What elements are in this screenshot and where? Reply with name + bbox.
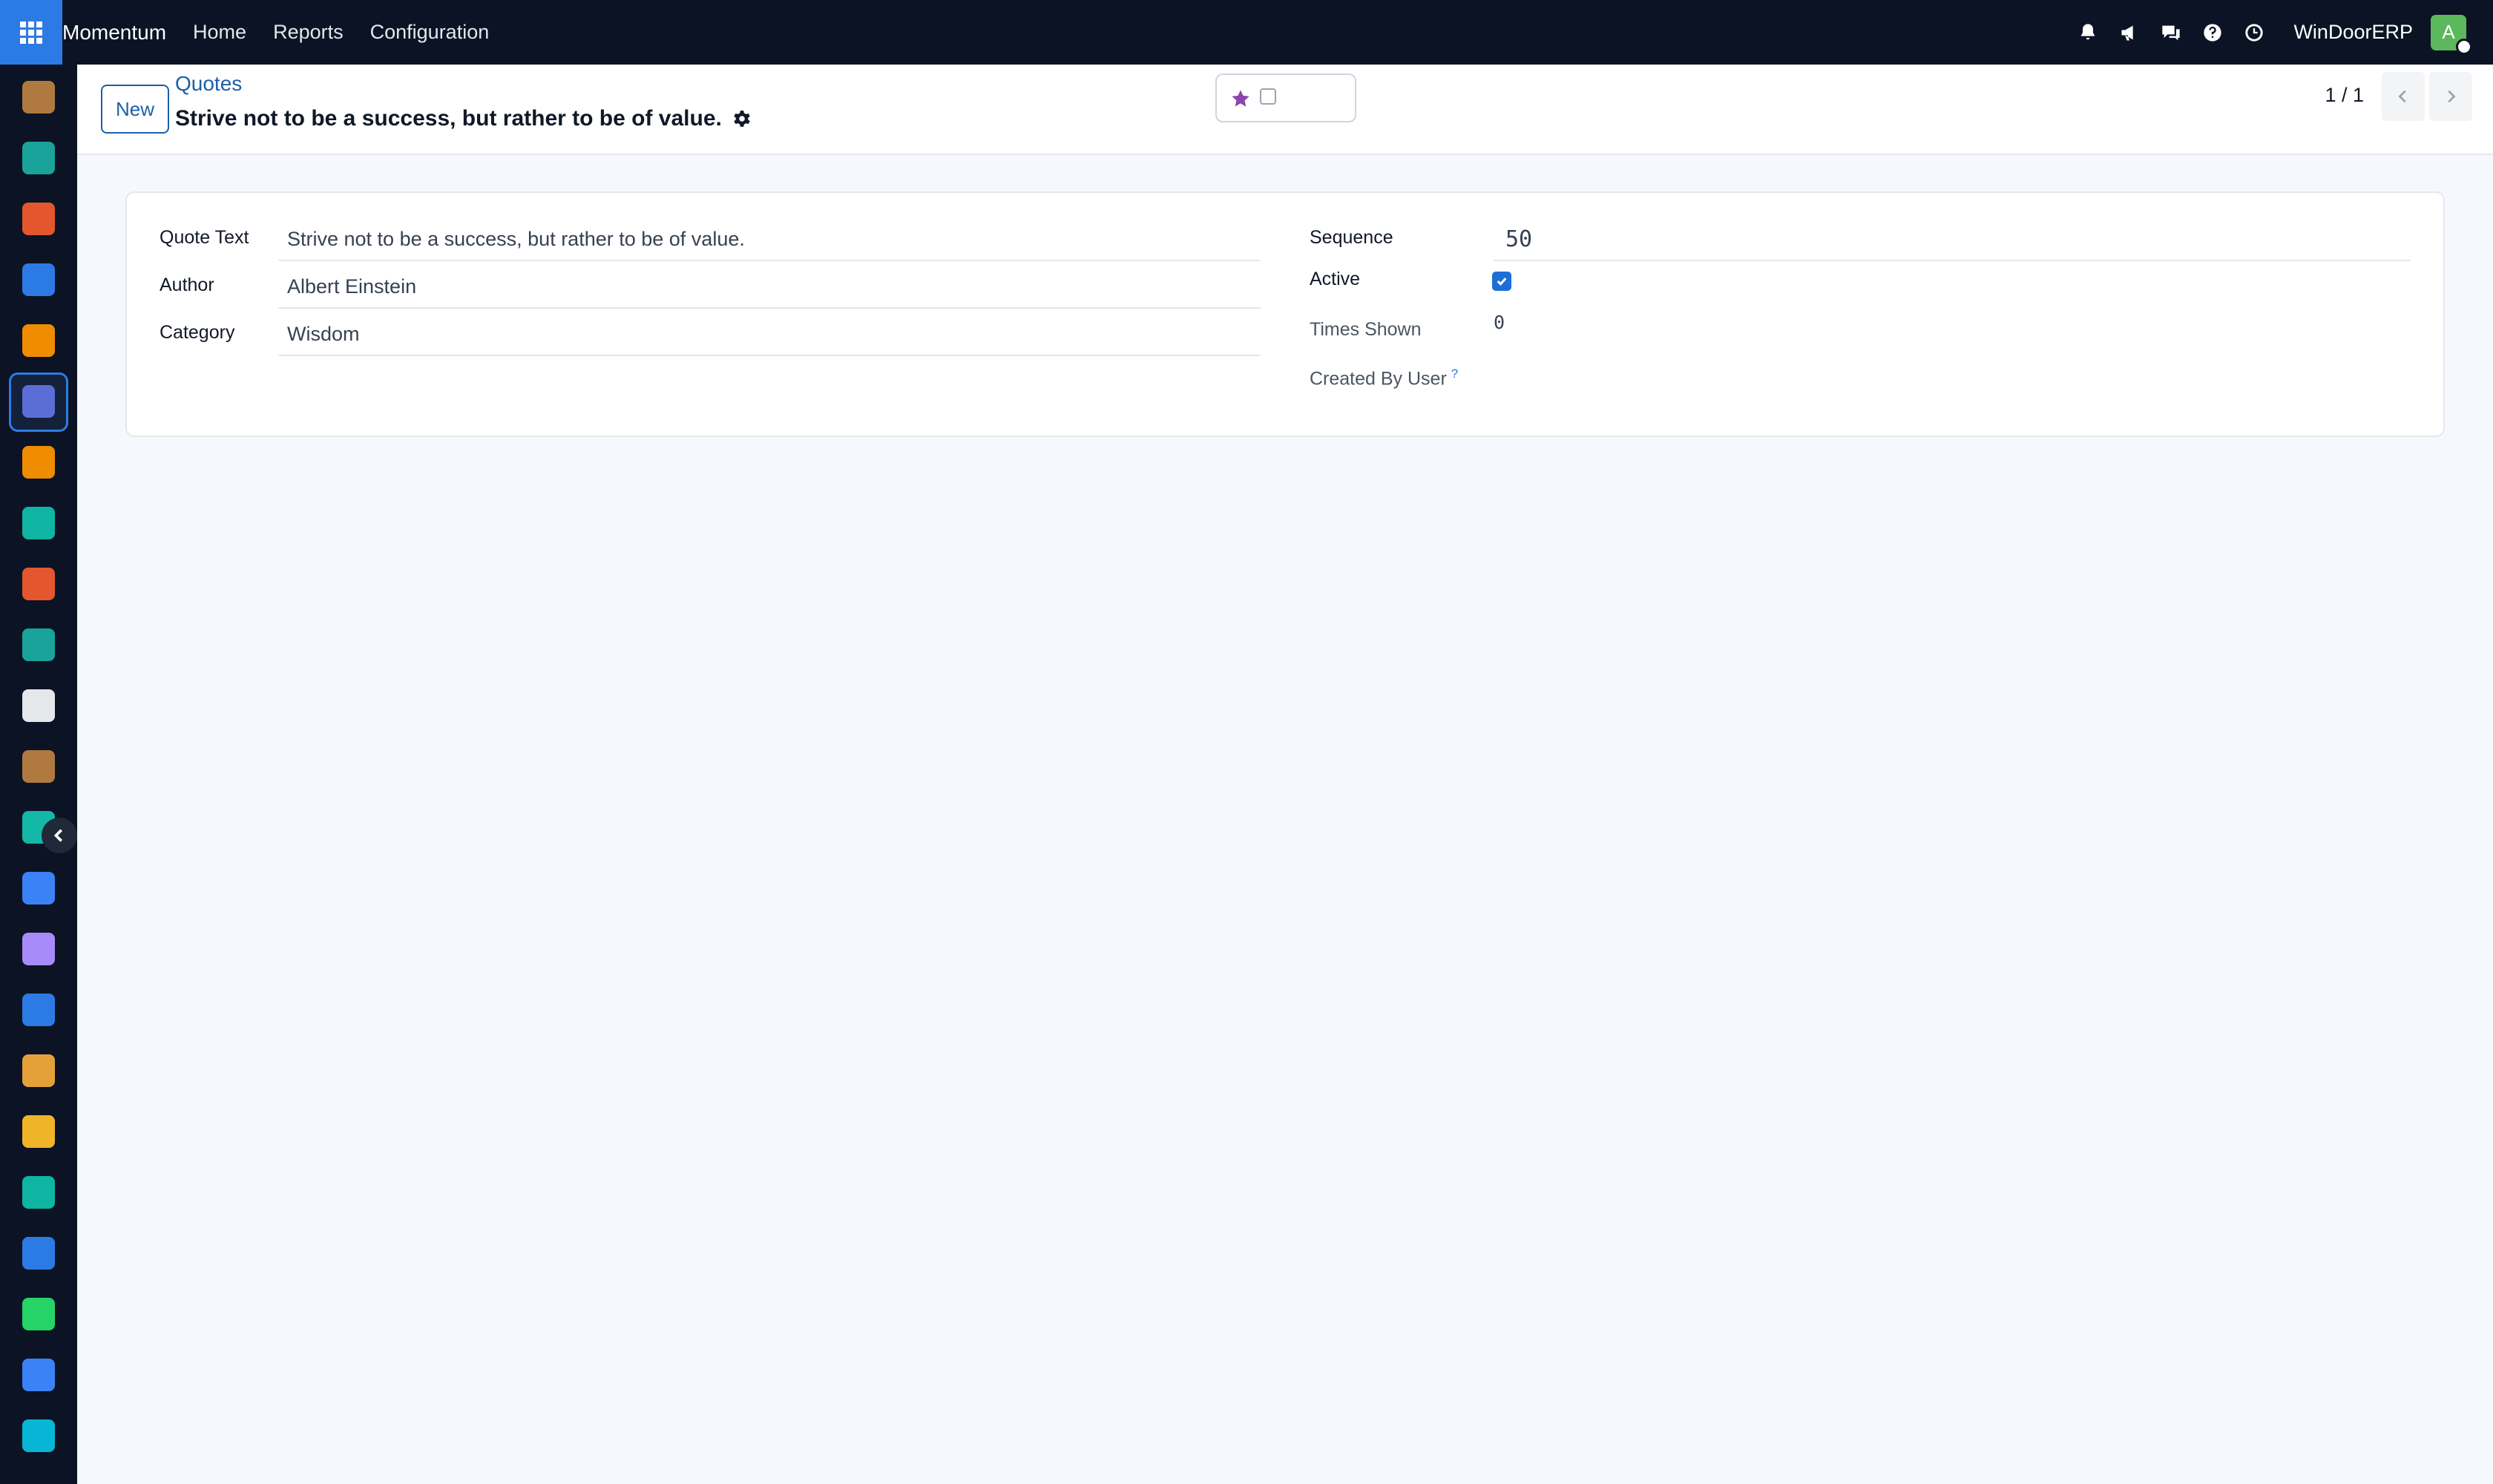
quote-text-field[interactable]: Strive not to be a success, but rather t…	[278, 218, 1261, 261]
app-icon-kanban[interactable]	[22, 507, 55, 539]
times-shown-label: Times Shown	[1310, 319, 1422, 340]
app-icon-chat-2[interactable]	[22, 446, 55, 479]
control-panel: New Quotes Strive not to be a success, b…	[77, 65, 2493, 155]
category-label: Category	[160, 322, 235, 343]
app-icon-book[interactable]	[22, 872, 55, 904]
app-sidebar	[0, 65, 77, 1484]
menu-home[interactable]: Home	[193, 21, 246, 44]
app-icon-dev[interactable]	[22, 750, 55, 783]
app-icon-dollar[interactable]	[22, 994, 55, 1026]
favorite-widget	[1215, 73, 1356, 122]
created-by-user-label: Created By User?	[1310, 367, 1458, 390]
app-icon-team[interactable]	[22, 1054, 55, 1087]
active-checkbox[interactable]	[1492, 272, 1511, 291]
app-icon-wave[interactable]	[22, 1419, 55, 1452]
chat-icon[interactable]	[2158, 20, 2184, 45]
avatar-initial: A	[2442, 21, 2455, 43]
sequence-label: Sequence	[1310, 227, 1393, 248]
clock-icon[interactable]	[2241, 20, 2267, 45]
main-menu: Momentum Home Reports Configuration	[62, 0, 516, 65]
times-shown-value: 0	[1494, 312, 1505, 333]
app-icon-reports[interactable]	[22, 203, 55, 235]
chevron-left-icon	[53, 829, 63, 842]
author-field[interactable]: Albert Einstein	[278, 266, 1261, 309]
app-icon-dashboard[interactable]	[22, 1237, 55, 1270]
top-navbar: Momentum Home Reports Configuration WinD…	[0, 0, 2493, 65]
company-name[interactable]: WinDoorERP	[2293, 21, 2413, 44]
app-icon-mail[interactable]	[22, 385, 55, 418]
help-icon[interactable]	[2200, 20, 2225, 45]
app-icon-box[interactable]	[22, 933, 55, 965]
app-icon-whatsapp[interactable]	[22, 1298, 55, 1330]
new-button[interactable]: New	[101, 85, 169, 134]
collapse-sidebar-button[interactable]	[42, 818, 77, 853]
form-sheet: Quote Text Strive not to be a success, b…	[125, 191, 2445, 437]
app-icon-pie[interactable]	[22, 263, 55, 296]
bell-icon[interactable]	[2075, 20, 2101, 45]
app-icon-sign[interactable]	[22, 1176, 55, 1209]
app-icon-chat[interactable]	[22, 324, 55, 357]
status-dot	[2456, 38, 2472, 55]
star-icon[interactable]	[1230, 88, 1251, 109]
author-label: Author	[160, 275, 214, 295]
record-title-text: Strive not to be a success, but rather t…	[175, 106, 722, 131]
megaphone-icon[interactable]	[2117, 20, 2142, 45]
avatar[interactable]: A	[2431, 14, 2472, 55]
apps-menu-button[interactable]	[0, 0, 62, 65]
quote-text-label: Quote Text	[160, 227, 249, 248]
favorite-checkbox[interactable]	[1260, 88, 1276, 105]
pager-previous-button[interactable]	[2382, 72, 2425, 121]
gear-icon[interactable]	[732, 109, 752, 128]
app-icon-1[interactable]	[22, 81, 55, 114]
category-field[interactable]: Wisdom	[278, 313, 1261, 356]
app-icon-calendar[interactable]	[22, 1115, 55, 1148]
app-brand[interactable]: Momentum	[62, 21, 166, 45]
pager-next-button[interactable]	[2429, 72, 2472, 121]
chevron-right-icon	[2448, 90, 2456, 103]
check-icon	[1497, 278, 1507, 286]
app-icon-contacts[interactable]	[22, 142, 55, 174]
breadcrumb[interactable]: Quotes	[175, 72, 242, 96]
app-icon-gauge[interactable]	[22, 1359, 55, 1391]
sequence-field[interactable]: 50	[1494, 218, 2411, 261]
grid-icon	[20, 21, 42, 44]
pager-value[interactable]: 1 / 1	[2325, 84, 2364, 107]
help-tooltip-icon[interactable]: ?	[1451, 367, 1458, 381]
record-title: Strive not to be a success, but rather t…	[175, 106, 752, 131]
app-icon-contacts-2[interactable]	[22, 628, 55, 661]
created-by-user-label-text: Created By User	[1310, 368, 1447, 390]
systray: WinDoorERP A	[2075, 0, 2493, 65]
active-label: Active	[1310, 269, 1361, 289]
chevron-left-icon	[2398, 90, 2406, 103]
menu-reports[interactable]: Reports	[273, 21, 344, 44]
app-icon-cube[interactable]	[22, 689, 55, 722]
app-icon-bars[interactable]	[22, 568, 55, 600]
menu-configuration[interactable]: Configuration	[370, 21, 490, 44]
